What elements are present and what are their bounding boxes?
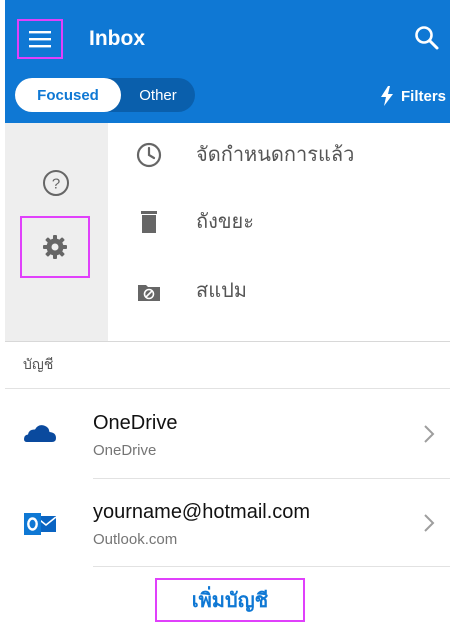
search-icon[interactable] bbox=[414, 25, 440, 51]
spam-folder-icon bbox=[138, 285, 160, 301]
filters-label: Filters bbox=[400, 87, 446, 105]
account-name: yourname@hotmail.com bbox=[93, 501, 311, 523]
folder-list: จัดกำหนดการแล้ว ถังขยะ สแปม bbox=[108, 123, 450, 341]
tab-other[interactable]: Other bbox=[121, 78, 195, 112]
folder-label: จัดกำหนดการแล้ว bbox=[196, 144, 355, 166]
folder-item-scheduled[interactable]: จัดกำหนดการแล้ว bbox=[108, 127, 450, 183]
section-divider bbox=[5, 341, 450, 342]
account-item-onedrive[interactable]: OneDrive OneDrive bbox=[5, 390, 450, 478]
folder-label: ถังขยะ bbox=[196, 211, 255, 233]
chevron-right-icon bbox=[424, 514, 435, 532]
chevron-right-icon bbox=[424, 425, 435, 443]
folder-item-trash[interactable]: ถังขยะ bbox=[108, 194, 450, 250]
app-header: Inbox Focused Other Filters bbox=[5, 0, 450, 123]
help-icon[interactable]: ? bbox=[41, 168, 71, 198]
folder-item-spam[interactable]: สแปม bbox=[108, 263, 450, 319]
onedrive-icon bbox=[24, 425, 56, 442]
hamburger-menu-icon bbox=[29, 31, 51, 48]
page-title: Inbox bbox=[89, 27, 145, 50]
svg-text:?: ? bbox=[52, 176, 60, 193]
folder-label: สแปม bbox=[196, 280, 247, 302]
row-divider bbox=[93, 566, 450, 567]
tab-focused[interactable]: Focused bbox=[15, 78, 121, 112]
outlook-app: Inbox Focused Other Filters ? จัดกำหนดกา… bbox=[5, 0, 450, 628]
gear-icon bbox=[43, 235, 67, 259]
account-subtitle: Outlook.com bbox=[93, 531, 178, 548]
account-name: OneDrive bbox=[93, 412, 178, 434]
section-divider bbox=[5, 388, 450, 389]
menu-button[interactable] bbox=[17, 19, 63, 59]
outlook-icon bbox=[24, 513, 57, 535]
account-item-outlook[interactable]: yourname@hotmail.com Outlook.com bbox=[5, 479, 450, 567]
add-account-button[interactable]: เพิ่มบัญชี bbox=[155, 578, 305, 622]
lightning-icon bbox=[380, 86, 393, 106]
nav-rail: ? bbox=[5, 123, 108, 341]
filters-button[interactable]: Filters bbox=[380, 84, 446, 108]
settings-button[interactable] bbox=[20, 216, 90, 278]
trash-icon bbox=[141, 211, 157, 233]
accounts-section-label: บัญชี bbox=[23, 356, 54, 372]
account-subtitle: OneDrive bbox=[93, 442, 157, 459]
clock-icon bbox=[136, 142, 162, 168]
